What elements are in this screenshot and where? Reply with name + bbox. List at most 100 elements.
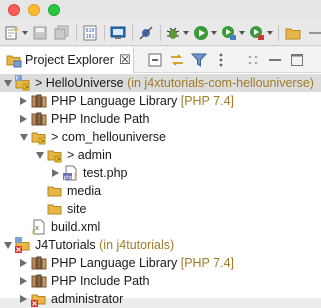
library-icon	[31, 273, 47, 289]
tree-row-php-language-library[interactable]: PHP Language Library [PHP 7.4]	[0, 92, 321, 110]
php-project-error-icon	[15, 237, 31, 253]
coverage-icon[interactable]	[221, 25, 237, 41]
library-icon	[31, 255, 47, 271]
toolbar-separator	[104, 25, 105, 41]
new-dropdown-caret[interactable]	[22, 31, 28, 35]
svg-text:>: >	[56, 156, 61, 163]
tree-row-build-xml[interactable]: x? build.xml	[0, 218, 321, 236]
debug-dropdown-caret[interactable]	[183, 31, 189, 35]
tree-row-php-include-path[interactable]: PHP Include Path	[0, 110, 321, 128]
tree-row-j4tutorials[interactable]: J4Tutorials (in j4tutorials)	[0, 236, 321, 254]
php-version-decoration: [PHP 7.4]	[177, 94, 234, 108]
folder-modified-icon: >	[47, 147, 63, 163]
collapse-toggle[interactable]	[20, 134, 28, 141]
external-tools-icon[interactable]	[249, 25, 265, 41]
library-label: PHP Language Library	[51, 256, 178, 270]
debug-icon[interactable]	[165, 25, 181, 41]
expand-toggle[interactable]	[20, 115, 27, 123]
include-path-label: PHP Include Path	[51, 112, 150, 126]
run-dropdown-caret[interactable]	[211, 31, 217, 35]
collapse-all-icon[interactable]	[147, 52, 163, 68]
save-icon[interactable]	[32, 25, 48, 41]
svg-text:P: P	[16, 76, 19, 82]
toolbar-separator	[76, 25, 77, 41]
run-icon[interactable]	[193, 25, 209, 41]
new-icon[interactable]	[4, 25, 20, 41]
include-path-label: PHP Include Path	[51, 274, 150, 288]
folder-icon	[47, 201, 63, 217]
external-tools-dropdown-caret[interactable]	[267, 31, 273, 35]
file-label: test.php	[83, 166, 128, 180]
svg-text:php: php	[64, 175, 74, 181]
svg-text:x: x	[35, 224, 39, 232]
xml-file-icon: x?	[31, 219, 47, 235]
tree-row-hellouniverse[interactable]: P > > HelloUniverse (in j4xtutorials-com-…	[0, 74, 321, 92]
binary-icon[interactable]: 010 101	[82, 25, 98, 41]
view-menu-icon[interactable]	[213, 52, 229, 68]
folder-label: media	[67, 184, 102, 198]
project-tree: P > > HelloUniverse (in j4xtutorials-com-…	[0, 73, 321, 307]
svg-text:101: 101	[86, 34, 95, 40]
tree-row-admin[interactable]: > > admin	[0, 146, 321, 164]
svg-text:?: ?	[73, 173, 76, 180]
library-icon	[31, 93, 47, 109]
maximize-window-button[interactable]	[48, 4, 60, 16]
svg-text:>: >	[40, 138, 45, 145]
expand-toggle[interactable]	[20, 277, 27, 285]
main-toolbar: 010 101	[0, 20, 321, 46]
tree-row-site[interactable]: site	[0, 200, 321, 218]
skip-breakpoints-icon[interactable]	[138, 25, 154, 41]
window-titlebar	[0, 0, 321, 20]
toolbar-separator	[278, 25, 279, 41]
git-dirty-prefix: >	[51, 130, 62, 144]
expand-toggle[interactable]	[52, 169, 59, 177]
library-label: PHP Language Library	[51, 94, 178, 108]
open-folder-icon[interactable]	[285, 25, 301, 41]
filter-icon[interactable]	[191, 52, 207, 68]
console-icon[interactable]	[110, 25, 126, 41]
toolbar-overflow-icon[interactable]	[307, 25, 321, 41]
collapse-toggle[interactable]	[36, 152, 44, 159]
minimize-window-button[interactable]	[28, 4, 40, 16]
library-icon	[31, 111, 47, 127]
tree-row-administrator[interactable]: administrator	[0, 290, 321, 308]
repository-decoration: (in j4xtutorials-com-hellouniverse)	[123, 76, 314, 90]
minimize-view-icon[interactable]	[267, 52, 283, 68]
tree-row-php-include-path[interactable]: PHP Include Path	[0, 272, 321, 290]
folder-icon	[47, 183, 63, 199]
project-explorer-icon	[6, 52, 22, 68]
maximize-view-icon[interactable]	[289, 52, 305, 68]
folder-error-icon	[31, 291, 47, 307]
folder-label: site	[67, 202, 87, 216]
php-file-icon: php?	[63, 165, 79, 181]
tab-label: Project Explorer	[25, 53, 114, 67]
link-with-editor-icon[interactable]	[169, 52, 185, 68]
expand-toggle[interactable]	[20, 97, 27, 105]
view-tab-bar: Project Explorer ☒	[0, 47, 321, 73]
expand-toggle[interactable]	[20, 295, 27, 303]
git-dirty-prefix: >	[67, 148, 78, 162]
expand-toggle[interactable]	[20, 259, 27, 267]
collapse-toggle[interactable]	[4, 242, 12, 249]
tree-row-com-hellouniverse[interactable]: > > com_hellouniverse	[0, 128, 321, 146]
folder-label: com_hellouniverse	[61, 130, 167, 144]
folder-label: administrator	[51, 292, 124, 306]
git-dirty-prefix: >	[35, 76, 46, 90]
tree-row-media[interactable]: media	[0, 182, 321, 200]
php-version-decoration: [PHP 7.4]	[177, 256, 234, 270]
repository-decoration: (in j4tutorials)	[95, 238, 175, 252]
folder-modified-icon: >	[31, 129, 47, 145]
tab-project-explorer[interactable]: Project Explorer ☒	[0, 47, 134, 73]
svg-text:?: ?	[31, 229, 34, 235]
php-project-icon: P >	[15, 75, 31, 91]
file-label: build.xml	[51, 220, 101, 234]
tree-row-test-php[interactable]: php? test.php	[0, 164, 321, 182]
close-view-icon[interactable]: ☒	[119, 52, 131, 68]
toolbar-separator	[132, 25, 133, 41]
save-all-icon[interactable]	[54, 25, 70, 41]
project-name: J4Tutorials	[35, 238, 96, 252]
tree-row-php-language-library[interactable]: PHP Language Library [PHP 7.4]	[0, 254, 321, 272]
coverage-dropdown-caret[interactable]	[239, 31, 245, 35]
collapse-toggle[interactable]	[4, 80, 12, 87]
close-window-button[interactable]	[8, 4, 20, 16]
